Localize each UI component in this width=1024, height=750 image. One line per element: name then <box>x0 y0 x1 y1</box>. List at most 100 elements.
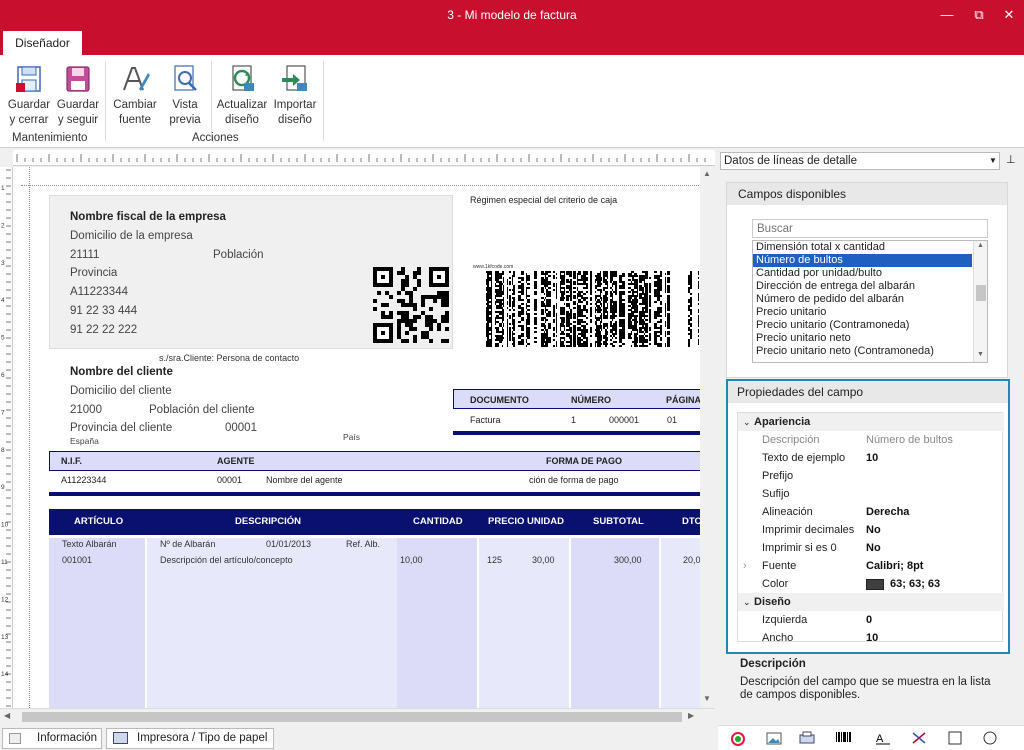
company-zip[interactable]: 21111 <box>70 249 99 261</box>
vista-previa-button[interactable]: Vista previa <box>162 63 208 128</box>
actualizar-diseno-button[interactable]: Actualizar diseño <box>215 63 269 128</box>
cantidad-value[interactable]: 10,00 <box>400 555 423 565</box>
client-address[interactable]: Domicilio del cliente <box>70 385 172 397</box>
list-down-icon[interactable]: ▼ <box>977 351 984 358</box>
client-city[interactable]: Población del cliente <box>149 404 255 416</box>
color-palette-icon[interactable] <box>729 730 747 746</box>
prop-color[interactable]: Color 63; 63; 63 <box>738 575 1004 593</box>
text-tool-icon[interactable]: A <box>874 730 892 746</box>
field-list-item[interactable]: Precio unitario <box>753 306 972 319</box>
guardar-cerrar-l1: Guardar <box>7 99 51 111</box>
design-canvas[interactable]: Régimen especial del criterio de caja No… <box>13 167 715 708</box>
agente-code[interactable]: 00001 <box>217 475 242 485</box>
tab-disenador[interactable]: Diseñador <box>3 31 82 55</box>
close-button[interactable]: ✕ <box>992 0 1024 31</box>
prop-sufijo[interactable]: Sufijo <box>738 485 1004 503</box>
scroll-up-icon[interactable]: ▲ <box>703 169 711 178</box>
doc-numero[interactable]: 000001 <box>609 415 639 425</box>
prop-izquierda[interactable]: Izquierda 0 <box>738 611 1004 629</box>
scroll-right-icon[interactable]: ▶ <box>688 711 694 720</box>
pin-icon[interactable]: ⊥ <box>1006 153 1016 166</box>
doc-serie[interactable]: 1 <box>571 415 576 425</box>
importar-diseno-button[interactable]: Importar diseño <box>271 63 319 128</box>
ellipse-tool-icon[interactable] <box>981 730 999 746</box>
forma-pago[interactable]: ción de forma de pago <box>529 475 619 485</box>
prop-decimales[interactable]: Imprimir decimales No <box>738 521 1004 539</box>
texto-albaran[interactable]: Texto Albarán <box>62 539 117 549</box>
prop-color-k: Color <box>762 578 789 590</box>
scroll-down-icon[interactable]: ▼ <box>703 694 711 703</box>
ref-albaran[interactable]: Ref. Alb. <box>346 539 380 549</box>
precio-value-a[interactable]: 125 <box>487 555 502 565</box>
tab-informacion[interactable]: Información <box>2 728 102 749</box>
scroll-left-icon[interactable]: ◀ <box>4 711 10 720</box>
guardar-seguir-button[interactable]: Guardar y seguir <box>54 63 102 128</box>
prop-cero[interactable]: Imprimir si es 0 No <box>738 539 1004 557</box>
rectangle-tool-icon[interactable] <box>946 730 964 746</box>
company-phone1[interactable]: 91 22 33 444 <box>70 305 137 317</box>
company-province[interactable]: Provincia <box>70 267 117 279</box>
restore-button[interactable]: ⧉ <box>962 0 996 31</box>
qr-code-icon[interactable] <box>373 267 449 343</box>
search-input[interactable] <box>752 219 988 238</box>
prop-prefijo[interactable]: Prefijo <box>738 467 1004 485</box>
fields-list[interactable]: Dimensión total x cantidad Número de bult… <box>752 240 988 363</box>
subtotal-value[interactable]: 300,00 <box>614 555 642 565</box>
field-list-item[interactable]: Precio unitario neto (Contramoneda) <box>753 345 972 358</box>
company-nif[interactable]: A11223344 <box>70 286 128 298</box>
client-zip[interactable]: 21000 <box>70 404 102 416</box>
client-name[interactable]: Nombre del cliente <box>70 366 173 378</box>
nif-value[interactable]: A11223344 <box>61 475 106 485</box>
doc-pagina[interactable]: 01 <box>667 415 677 425</box>
barcode-icon[interactable] <box>473 271 703 347</box>
precio-value-b[interactable]: 30,00 <box>532 555 555 565</box>
agente-name[interactable]: Nombre del agente <box>266 475 343 485</box>
field-list-item[interactable]: Precio unitario neto <box>753 332 972 345</box>
prop-texto[interactable]: Texto de ejemplo 10 <box>738 449 1004 467</box>
regimen-text[interactable]: Régimen especial del criterio de caja <box>470 195 617 205</box>
field-list-item[interactable]: Dimensión total x cantidad <box>753 241 972 254</box>
field-list-item[interactable]: Dirección de entrega del albarán <box>753 280 972 293</box>
cambiar-fuente-button[interactable]: Cambiar fuente <box>110 63 160 128</box>
client-code[interactable]: 00001 <box>225 422 257 434</box>
prop-fuente[interactable]: › Fuente Calibri; 8pt <box>738 557 1004 575</box>
company-address[interactable]: Domicilio de la empresa <box>70 230 193 242</box>
group-diseno[interactable]: ⌄ Diseño <box>738 593 1004 611</box>
field-list-item[interactable]: Precio unitario (Contramoneda) <box>753 319 972 332</box>
minimize-button[interactable]: — <box>930 0 964 31</box>
company-name[interactable]: Nombre fiscal de la empresa <box>70 211 226 223</box>
descripcion-value[interactable]: Descripción del artículo/concepto <box>160 555 293 565</box>
canvas-hscrollbar[interactable]: ◀ ▶ <box>0 708 715 724</box>
prop-descripcion[interactable]: Descripción Número de bultos <box>738 431 1004 449</box>
tab-impresora[interactable]: Impresora / Tipo de papel <box>106 728 274 749</box>
prop-ancho[interactable]: Ancho 10 <box>738 629 1004 647</box>
canvas-vscrollbar[interactable]: ▲ ▼ <box>700 167 715 708</box>
doc-documento[interactable]: Factura <box>470 415 501 425</box>
guardar-cerrar-button[interactable]: Guardar y cerrar <box>6 63 52 128</box>
guardar-seguir-l2: y seguir <box>57 114 99 126</box>
expand-icon[interactable]: › <box>743 557 747 575</box>
client-province[interactable]: Provincia del cliente <box>70 422 172 434</box>
printer-tool-icon[interactable] <box>798 730 816 746</box>
client-country-label[interactable]: País <box>343 432 360 442</box>
list-thumb[interactable] <box>976 285 986 301</box>
contact-person[interactable]: s./sra.Cliente: Persona de contacto <box>159 353 299 363</box>
list-up-icon[interactable]: ▲ <box>977 242 984 249</box>
line-tool-icon[interactable] <box>910 730 928 746</box>
hscroll-thumb[interactable] <box>22 712 682 722</box>
company-city[interactable]: Población <box>213 249 264 261</box>
group-apariencia[interactable]: ⌄ Apariencia <box>738 413 1004 431</box>
n-albaran[interactable]: Nº de Albarán <box>160 539 215 549</box>
company-phone2[interactable]: 91 22 22 222 <box>70 324 137 336</box>
albaran-fecha[interactable]: 01/01/2013 <box>266 539 311 549</box>
client-country[interactable]: España <box>70 436 99 446</box>
barcode-tool-icon[interactable] <box>834 730 852 746</box>
articulo-code[interactable]: 001001 <box>62 555 92 565</box>
prop-alineacion[interactable]: Alineación Derecha <box>738 503 1004 521</box>
field-list-item[interactable]: Número de pedido del albarán <box>753 293 972 306</box>
panel-dropdown[interactable]: Datos de líneas de detalle ▼ <box>720 152 1000 170</box>
field-list-item[interactable]: Número de bultos <box>753 254 972 267</box>
field-list-item[interactable]: Cantidad por unidad/bulto <box>753 267 972 280</box>
image-icon[interactable] <box>765 730 783 746</box>
fields-scrollbar[interactable]: ▲ ▼ <box>973 241 987 362</box>
